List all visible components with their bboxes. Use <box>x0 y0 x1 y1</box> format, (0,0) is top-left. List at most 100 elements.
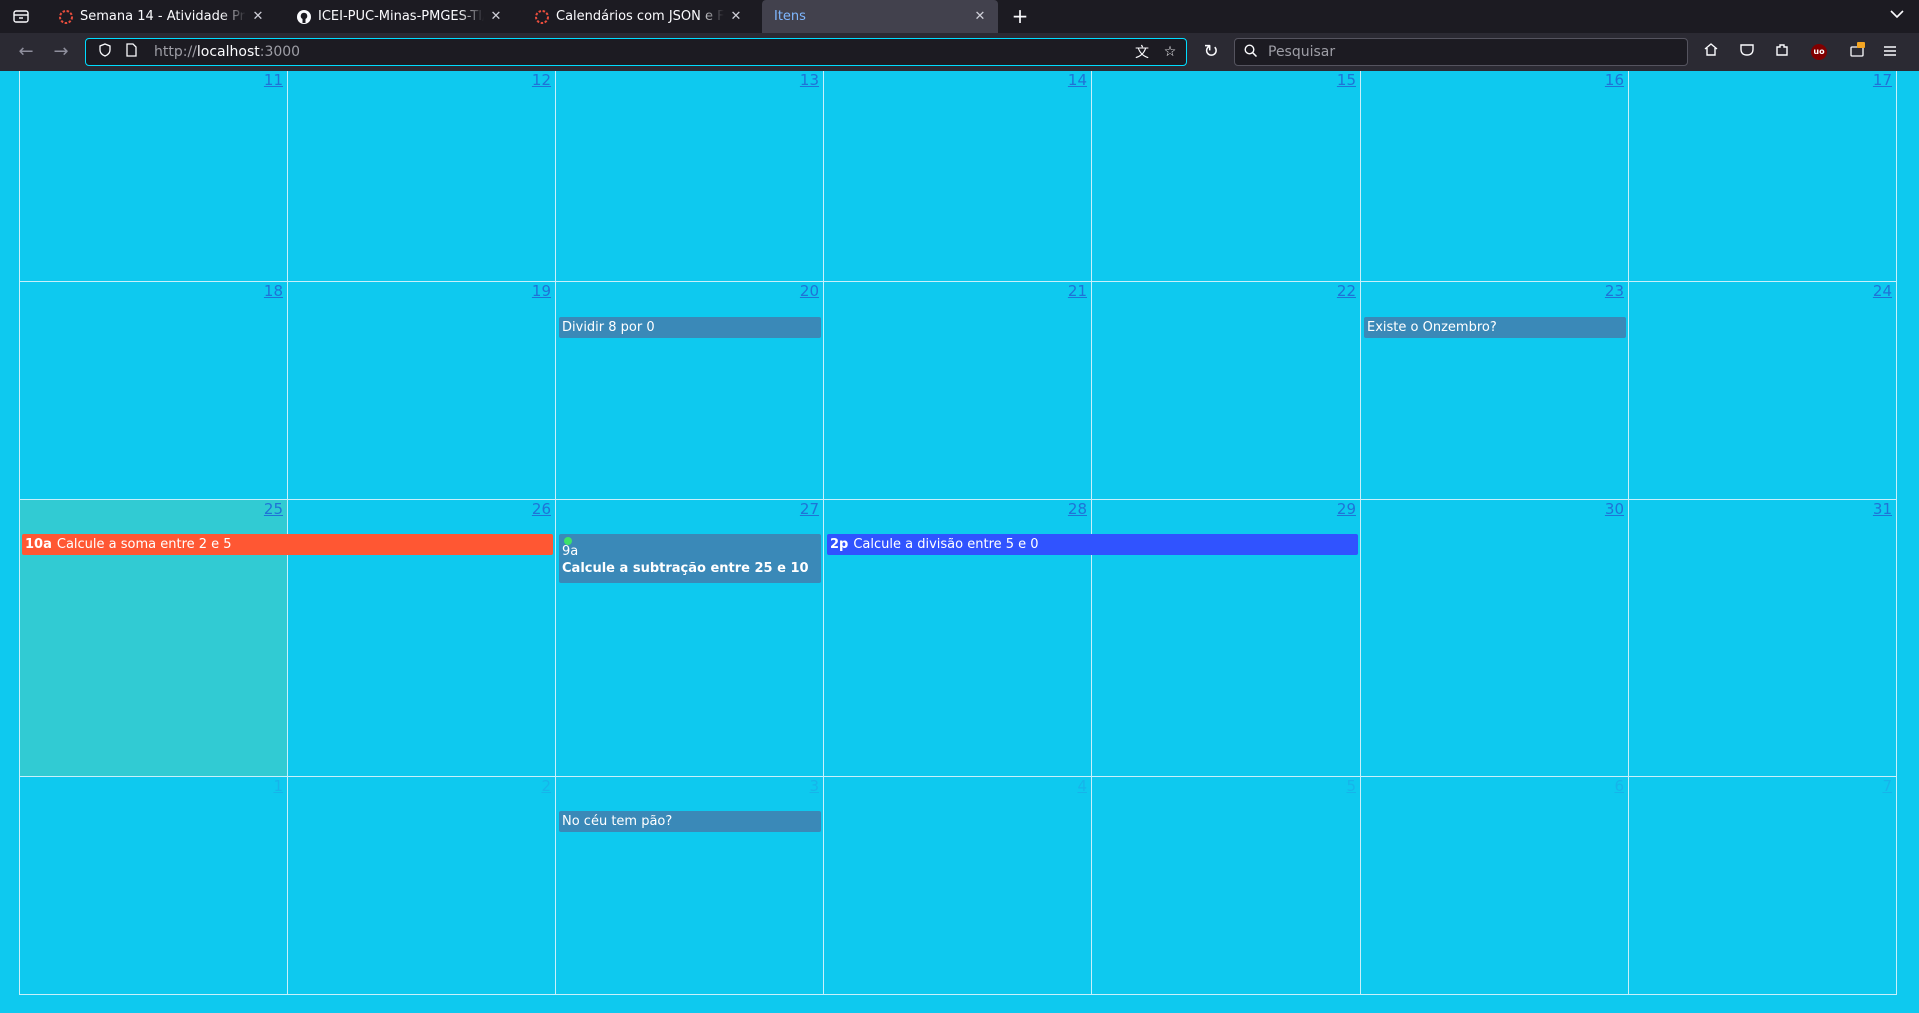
close-tab-icon[interactable]: ✕ <box>488 9 504 24</box>
day-number-link[interactable]: 12 <box>532 71 551 89</box>
menu-hamburger-icon[interactable] <box>1879 42 1901 62</box>
day-number-link[interactable]: 4 <box>1077 777 1087 795</box>
day-number-link[interactable]: 6 <box>1614 777 1624 795</box>
github-icon <box>296 9 312 25</box>
home-icon[interactable] <box>1700 42 1722 62</box>
day-cell[interactable]: 12 <box>288 71 556 282</box>
reload-icon[interactable]: ↻ <box>1201 42 1221 62</box>
day-cell[interactable]: 23 <box>1361 282 1629 500</box>
pocket-icon[interactable] <box>1736 42 1758 62</box>
tab-github[interactable]: ICEI-PUC-Minas-PMGES-TI/dis ✕ <box>284 0 514 33</box>
day-cell[interactable]: 14 <box>824 71 1092 282</box>
day-cell[interactable]: 6 <box>1361 777 1629 995</box>
day-cell[interactable]: 17 <box>1629 71 1897 282</box>
day-number-link[interactable]: 16 <box>1605 71 1624 89</box>
tab-itens[interactable]: Itens ✕ <box>762 0 998 33</box>
close-tab-icon[interactable]: ✕ <box>250 9 266 24</box>
calendar-event[interactable]: 9a Calcule a subtração entre 25 e 10 <box>559 534 821 583</box>
calendar-event[interactable]: 2p Calcule a divisão entre 5 e 0 <box>827 534 1358 555</box>
day-number-link[interactable]: 20 <box>800 282 819 300</box>
day-cell[interactable]: 4 <box>824 777 1092 995</box>
day-number-link[interactable]: 5 <box>1346 777 1356 795</box>
day-cell[interactable]: 24 <box>1629 282 1897 500</box>
day-number-link[interactable]: 29 <box>1337 500 1356 518</box>
day-cell[interactable]: 31 <box>1629 500 1897 777</box>
loading-ring-icon <box>58 9 74 25</box>
day-number-link[interactable]: 23 <box>1605 282 1624 300</box>
url-port: :3000 <box>259 44 301 60</box>
month-calendar: 11 12 13 14 15 16 17 18 19 20 21 22 23 2… <box>19 71 1899 995</box>
day-cell[interactable]: 1 <box>19 777 288 995</box>
day-number-link[interactable]: 31 <box>1873 500 1892 518</box>
day-cell[interactable]: 22 <box>1092 282 1361 500</box>
extensions-icon[interactable] <box>1771 42 1793 62</box>
new-tab-button[interactable]: + <box>1008 4 1032 28</box>
url-text[interactable]: http://localhost:3000 <box>154 44 1130 60</box>
close-tab-icon[interactable]: ✕ <box>728 9 744 24</box>
calendar-event[interactable]: Dividir 8 por 0 <box>559 317 821 338</box>
day-number-link[interactable]: 18 <box>264 282 283 300</box>
day-number-link[interactable]: 15 <box>1337 71 1356 89</box>
page-icon[interactable] <box>122 43 140 61</box>
tab-title: Itens <box>774 9 806 24</box>
loading-ring-icon <box>534 9 550 25</box>
url-bar[interactable]: http://localhost:3000 文 ☆ <box>85 38 1187 66</box>
day-cell[interactable]: 19 <box>288 282 556 500</box>
day-cell[interactable]: 20 <box>556 282 824 500</box>
day-number-link[interactable]: 24 <box>1873 282 1892 300</box>
day-number-link[interactable]: 2 <box>541 777 551 795</box>
day-cell[interactable]: 16 <box>1361 71 1629 282</box>
day-cell[interactable]: 3 <box>556 777 824 995</box>
translate-icon[interactable]: 文 <box>1130 42 1154 62</box>
day-number-link[interactable]: 13 <box>800 71 819 89</box>
calendar-week: 11 12 13 14 15 16 17 <box>19 71 1899 282</box>
day-number-link[interactable]: 7 <box>1882 777 1892 795</box>
firefox-view-icon[interactable] <box>12 8 30 24</box>
event-time: 9a <box>562 544 579 559</box>
day-number-link[interactable]: 27 <box>800 500 819 518</box>
event-title: No céu tem pão? <box>562 814 673 829</box>
event-title: Existe o Onzembro? <box>1367 320 1497 335</box>
tab-semana14[interactable]: Semana 14 - Atividade Prática ✕ <box>46 0 276 33</box>
day-number-link[interactable]: 3 <box>809 777 819 795</box>
tab-bar: Semana 14 - Atividade Prática ✕ ICEI-PUC… <box>0 0 1919 33</box>
day-number-link[interactable]: 21 <box>1068 282 1087 300</box>
day-cell[interactable]: 11 <box>19 71 288 282</box>
day-number-link[interactable]: 19 <box>532 282 551 300</box>
search-input[interactable] <box>1266 43 1670 61</box>
day-cell[interactable]: 30 <box>1361 500 1629 777</box>
back-arrow-icon[interactable]: ← <box>16 42 36 62</box>
event-time: 2p <box>830 537 849 552</box>
day-number-link[interactable]: 17 <box>1873 71 1892 89</box>
bookmark-star-icon[interactable]: ☆ <box>1158 44 1182 60</box>
day-number-link[interactable]: 22 <box>1337 282 1356 300</box>
day-number-link[interactable]: 11 <box>264 71 283 89</box>
ublock-origin-icon[interactable]: uo <box>1811 44 1827 60</box>
calendar-event[interactable]: Existe o Onzembro? <box>1364 317 1626 338</box>
day-number-link[interactable]: 1 <box>273 777 283 795</box>
tab-calendarios[interactable]: Calendários com JSON e FullCalendar ✕ <box>522 0 754 33</box>
day-number-link[interactable]: 30 <box>1605 500 1624 518</box>
day-cell[interactable]: 21 <box>824 282 1092 500</box>
url-host: localhost <box>196 44 260 60</box>
day-number-link[interactable]: 14 <box>1068 71 1087 89</box>
day-number-link[interactable]: 25 <box>264 500 283 518</box>
day-cell[interactable]: 5 <box>1092 777 1361 995</box>
day-cell[interactable]: 15 <box>1092 71 1361 282</box>
profile-icon[interactable] <box>1846 42 1868 62</box>
close-tab-icon[interactable]: ✕ <box>972 9 988 24</box>
tab-title: ICEI-PUC-Minas-PMGES-TI/dis <box>318 9 484 24</box>
search-bar[interactable] <box>1234 38 1688 66</box>
day-cell[interactable]: 13 <box>556 71 824 282</box>
day-number-link[interactable]: 28 <box>1068 500 1087 518</box>
shield-icon[interactable] <box>96 43 114 61</box>
day-cell[interactable]: 2 <box>288 777 556 995</box>
url-scheme: http:// <box>154 44 197 60</box>
day-cell[interactable]: 7 <box>1629 777 1897 995</box>
forward-arrow-icon[interactable]: → <box>51 42 71 62</box>
calendar-event[interactable]: No céu tem pão? <box>559 811 821 832</box>
day-number-link[interactable]: 26 <box>532 500 551 518</box>
list-tabs-chevron-icon[interactable] <box>1890 7 1904 23</box>
calendar-event[interactable]: 10a Calcule a soma entre 2 e 5 <box>22 534 553 555</box>
day-cell[interactable]: 18 <box>19 282 288 500</box>
